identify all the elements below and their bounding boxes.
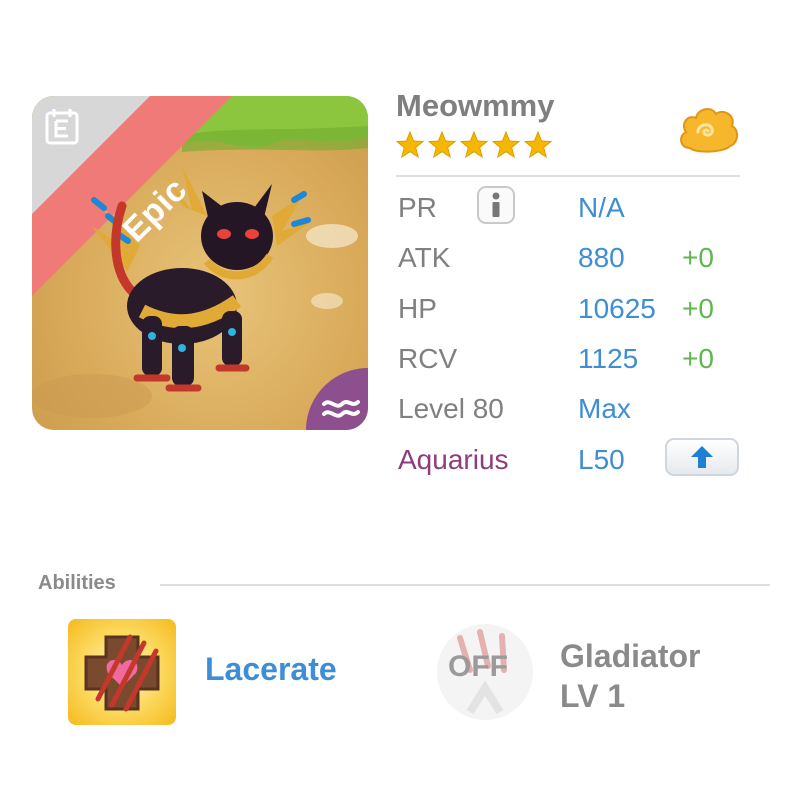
star-icon [459, 130, 489, 159]
ability-name-gladiator-line2: LV 1 [560, 678, 626, 714]
pr-value: N/A [578, 192, 625, 223]
water-element-icon [306, 368, 368, 430]
monster-name: Meowmmy [396, 88, 555, 123]
hp-label: HP [398, 293, 437, 324]
constellation-label: Aquarius [398, 444, 509, 475]
info-icon [492, 192, 500, 217]
star-rating [395, 130, 553, 159]
pr-label: PR [398, 192, 437, 223]
star-icon [523, 130, 553, 159]
hp-bonus: +0 [682, 293, 714, 324]
constellation-value: L50 [578, 444, 625, 475]
rcv-bonus: +0 [682, 343, 714, 374]
constellation-upgrade-button[interactable] [665, 438, 739, 476]
rcv-value: 1125 [578, 343, 639, 374]
level-label: Level 80 [398, 393, 504, 424]
monster-portrait[interactable]: Epic [32, 96, 368, 430]
atk-label: ATK [398, 242, 451, 273]
abilities-divider [160, 584, 770, 586]
atk-value: 880 [578, 242, 625, 273]
cloud-gold-icon[interactable] [676, 102, 742, 156]
rcv-label: RCV [398, 343, 458, 374]
lacerate-claw-icon[interactable] [68, 619, 176, 725]
star-icon [395, 130, 425, 159]
pr-info-button[interactable] [477, 186, 515, 224]
star-icon [491, 130, 521, 159]
ability-name-gladiator-line1: Gladiator [560, 638, 701, 674]
header-divider [396, 175, 740, 177]
ability-name-lacerate[interactable]: Lacerate [205, 651, 337, 688]
ability-status-off: OFF [448, 650, 508, 683]
atk-bonus: +0 [682, 242, 714, 273]
arrow-up-icon [691, 446, 713, 468]
codex-book-icon[interactable] [44, 108, 80, 146]
ability-name-gladiator[interactable]: Gladiator LV 1 [560, 636, 700, 716]
level-value: Max [578, 393, 631, 424]
hp-value: 10625 [578, 293, 656, 324]
abilities-section-label: Abilities [38, 572, 116, 594]
star-icon [427, 130, 457, 159]
